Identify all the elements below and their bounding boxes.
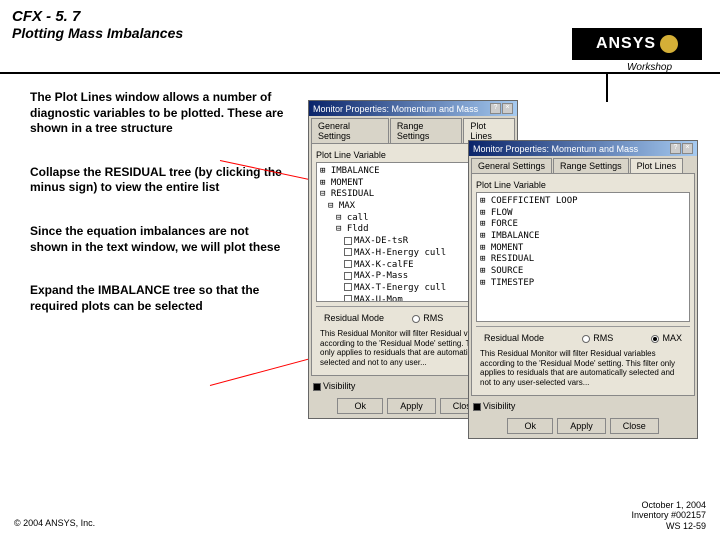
- horizontal-divider: [0, 72, 720, 74]
- tab-general-front[interactable]: General Settings: [471, 158, 552, 173]
- ok-button-back[interactable]: Ok: [337, 398, 383, 414]
- tree-item[interactable]: ⊞ FORCE: [480, 219, 686, 231]
- window-title-front: Monitor Properties: Momentum and Mass: [473, 144, 638, 154]
- close-button-front[interactable]: Close: [610, 418, 659, 434]
- tree-item[interactable]: ⊞ COEFFICIENT LOOP: [480, 196, 686, 208]
- close-icon[interactable]: ×: [682, 143, 693, 154]
- tree-item[interactable]: ⊞ MOMENT: [480, 243, 686, 255]
- tab-range-back[interactable]: Range Settings: [390, 118, 463, 143]
- help-icon[interactable]: ?: [490, 103, 501, 114]
- plot-line-var-label-front: Plot Line Variable: [476, 180, 690, 190]
- monitor-window-front: Monitor Properties: Momentum and Mass ? …: [468, 140, 698, 439]
- ansys-logo: ANSYS: [572, 28, 702, 60]
- residual-mode-label-front: Residual Mode: [484, 333, 544, 343]
- radio-rms-front[interactable]: [582, 335, 590, 343]
- window-titlebar-back[interactable]: Monitor Properties: Momentum and Mass ? …: [309, 101, 517, 116]
- footer-inventory: Inventory #002157: [631, 510, 706, 521]
- visibility-check-front[interactable]: Visibility: [483, 401, 515, 411]
- tree-item[interactable]: ⊞ FLOW: [480, 208, 686, 220]
- window-titlebar-front[interactable]: Monitor Properties: Momentum and Mass ? …: [469, 141, 697, 156]
- tree-item[interactable]: ⊞ IMBALANCE: [480, 231, 686, 243]
- window-title-back: Monitor Properties: Momentum and Mass: [313, 104, 478, 114]
- apply-button-front[interactable]: Apply: [557, 418, 606, 434]
- tab-plotlines-front[interactable]: Plot Lines: [630, 158, 684, 173]
- apply-button-back[interactable]: Apply: [387, 398, 436, 414]
- residual-mode-label-back: Residual Mode: [324, 313, 384, 323]
- vertical-divider: [606, 72, 608, 102]
- paragraph-4: Expand the IMBALANCE tree so that the re…: [30, 283, 290, 314]
- visibility-check-back[interactable]: Visibility: [323, 381, 355, 391]
- footer-date: October 1, 2004: [631, 500, 706, 511]
- radio-max-front[interactable]: [651, 335, 659, 343]
- footer-meta: October 1, 2004 Inventory #002157 WS 12-…: [631, 500, 706, 532]
- paragraph-3: Since the equation imbalances are not sh…: [30, 224, 290, 255]
- note-front: This Residual Monitor will filter Residu…: [476, 345, 690, 391]
- slide-title: CFX - 5. 7: [12, 8, 708, 25]
- paragraph-1: The Plot Lines window allows a number of…: [30, 90, 290, 137]
- body-text: The Plot Lines window allows a number of…: [30, 90, 290, 342]
- tree-item[interactable]: ⊞ RESIDUAL: [480, 254, 686, 266]
- radio-rms-back[interactable]: [412, 315, 420, 323]
- tree-front[interactable]: ⊞ COEFFICIENT LOOP ⊞ FLOW ⊞ FORCE ⊞ IMBA…: [476, 192, 690, 322]
- tree-item[interactable]: ⊞ TIMESTEP: [480, 278, 686, 290]
- logo-text: ANSYS: [596, 35, 656, 53]
- tab-range-front[interactable]: Range Settings: [553, 158, 629, 173]
- tab-general-back[interactable]: General Settings: [311, 118, 389, 143]
- tree-item[interactable]: ⊞ SOURCE: [480, 266, 686, 278]
- footer-ws: WS 12-59: [631, 521, 706, 532]
- logo-swoosh-icon: [660, 35, 678, 53]
- paragraph-2: Collapse the RESIDUAL tree (by clicking …: [30, 165, 290, 196]
- copyright: © 2004 ANSYS, Inc.: [14, 518, 95, 528]
- close-icon[interactable]: ×: [502, 103, 513, 114]
- help-icon[interactable]: ?: [670, 143, 681, 154]
- ok-button-front[interactable]: Ok: [507, 418, 553, 434]
